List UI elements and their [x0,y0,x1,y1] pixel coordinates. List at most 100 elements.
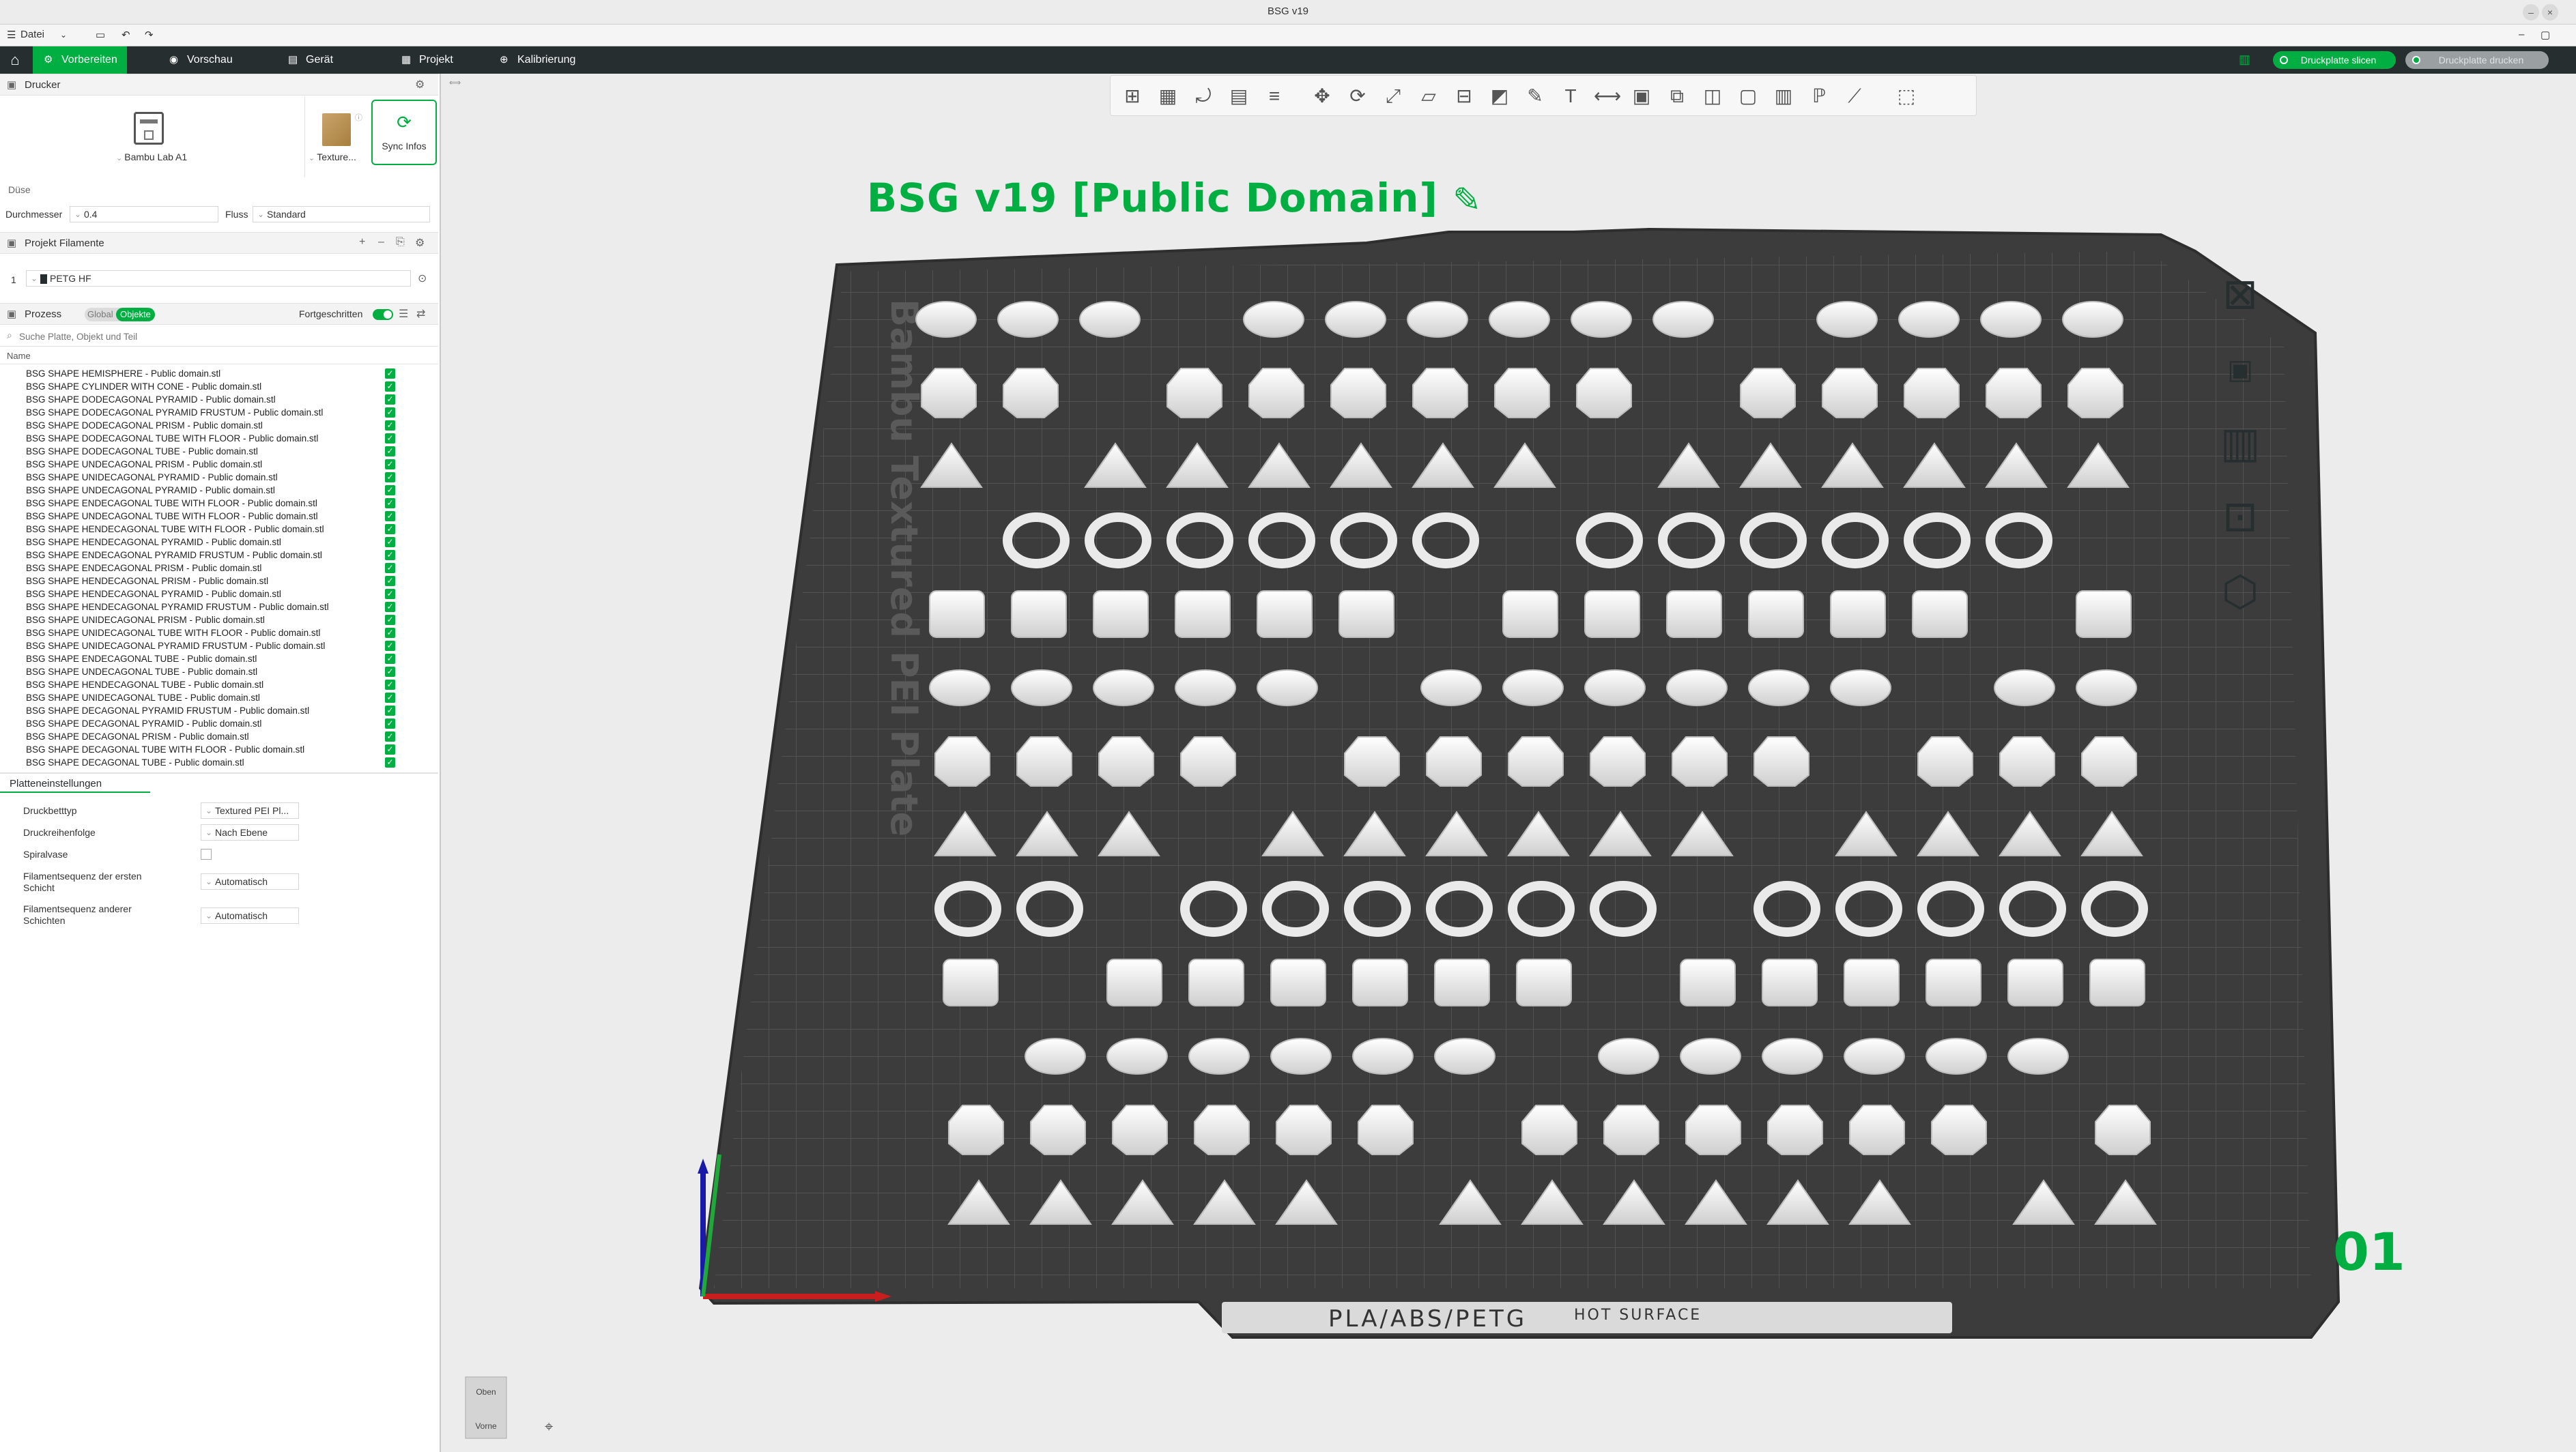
plate-object[interactable] [1358,1105,1414,1155]
plate-object[interactable] [1502,590,1558,638]
plate-settings-tab[interactable]: Platteneinstellungen [0,775,150,793]
plate-object[interactable] [2076,669,2137,706]
plate-object[interactable] [1276,1105,1332,1155]
object-search[interactable]: ⌕ [0,326,438,347]
plate-list-icon[interactable]: ▥ [2239,53,2250,67]
plate-object[interactable] [1175,669,1236,706]
object-visible-checkbox[interactable]: ✓ [385,680,395,690]
process-global-toggle[interactable]: Global [87,309,113,319]
close-window-icon[interactable]: × [2542,4,2558,20]
plate-object[interactable] [2095,1105,2151,1155]
advanced-toggle[interactable] [373,309,393,320]
plate-object[interactable] [1030,1105,1086,1155]
plate-object[interactable] [2062,301,2123,338]
plate-object[interactable] [921,368,977,418]
object-visible-checkbox[interactable]: ✓ [385,550,395,560]
plate-object[interactable] [1098,736,1154,787]
plate-object[interactable] [1344,736,1400,787]
object-visible-checkbox[interactable]: ✓ [385,615,395,625]
plate-object[interactable] [1339,590,1394,638]
plate-object[interactable] [1167,368,1222,418]
undo-icon[interactable]: ↶ [121,29,130,41]
process-objects-toggle[interactable]: Objekte [116,308,155,321]
home-icon[interactable]: ⌂ [0,46,30,74]
plate-settings-icon[interactable]: ⬡ [2206,564,2274,621]
plate-object[interactable] [1822,368,1878,418]
printer-name[interactable]: ⌄ Bambu Lab A1 [116,151,187,162]
list-item[interactable]: BSG SHAPE HENDECAGONAL PYRAMID - Public … [0,537,438,550]
edit-icon[interactable]: ✎ [1452,180,1482,220]
plate-object[interactable] [1931,1105,1987,1155]
object-visible-checkbox[interactable]: ✓ [385,420,395,431]
list-item[interactable]: BSG SHAPE DECAGONAL PRISM - Public domai… [0,731,438,744]
plate-object[interactable] [1270,959,1326,1006]
plate-object[interactable] [1598,1038,1659,1075]
list-item[interactable]: BSG SHAPE HENDECAGONAL PYRAMID - Public … [0,589,438,602]
plate-object[interactable] [1994,669,2055,706]
tab-device[interactable]: ▤ Gerät [277,46,343,74]
object-visible-checkbox[interactable]: ✓ [385,459,395,469]
plate-object[interactable] [1270,1038,1332,1075]
plate-object[interactable] [1590,736,1646,787]
plate-object[interactable] [1603,1105,1659,1155]
plate-object[interactable] [948,1105,1004,1155]
plate-object[interactable] [1325,301,1386,338]
object-visible-checkbox[interactable]: ✓ [385,485,395,495]
other-layers-sequence-select[interactable]: ⌄ Automatisch [201,907,299,924]
list-item[interactable]: BSG SHAPE DODECAGONAL PYRAMID FRUSTUM - … [0,407,438,420]
object-visible-checkbox[interactable]: ✓ [385,498,395,508]
plate-object[interactable] [1257,669,1318,706]
object-visible-checkbox[interactable]: ✓ [385,394,395,405]
plate-object[interactable] [1652,301,1714,338]
filament-edit-icon[interactable]: ⊙ [418,272,427,285]
list-item[interactable]: BSG SHAPE UNIDECAGONAL TUBE - Public dom… [0,693,438,706]
nozzle-diameter-select[interactable]: ⌄ 0.4 [70,206,218,222]
plate-object[interactable] [934,736,990,787]
plate-object[interactable] [943,959,999,1006]
plate-object[interactable] [1680,959,1736,1006]
compare-icon[interactable]: ⇄ [416,307,425,321]
plate-object[interactable] [1106,959,1162,1006]
plate-object[interactable] [1571,301,1632,338]
object-visible-checkbox[interactable]: ✓ [385,407,395,418]
plate-object[interactable] [1680,1038,1741,1075]
plate-type[interactable]: ⌄ Texture... [309,151,356,162]
object-visible-checkbox[interactable]: ✓ [385,511,395,521]
object-visible-checkbox[interactable]: ✓ [385,757,395,768]
plate-texture-icon[interactable] [322,113,351,146]
plate-object[interactable] [1904,368,1960,418]
object-visible-checkbox[interactable]: ✓ [385,641,395,651]
plate-object[interactable] [1844,1038,1905,1075]
plate-object[interactable] [1508,736,1564,787]
printer-settings-icon[interactable]: ⚙ [415,78,425,91]
list-item[interactable]: BSG SHAPE ENDECAGONAL PRISM - Public dom… [0,563,438,576]
list-item[interactable]: BSG SHAPE UNDECAGONAL PRISM - Public dom… [0,459,438,472]
plate-object[interactable] [1426,736,1482,787]
filament-select[interactable]: ⌄ PETG HF [26,270,411,287]
spiral-vase-checkbox[interactable] [201,849,212,860]
plate-object[interactable] [1112,1105,1168,1155]
plate-object[interactable] [2007,1038,2069,1075]
plate-object[interactable] [1175,590,1231,638]
plate-object[interactable] [2089,959,2145,1006]
plate-object[interactable] [1986,368,2042,418]
save-icon[interactable]: ▭ [96,29,105,41]
plate-object[interactable] [1767,1105,1823,1155]
plate-object[interactable] [1762,959,1818,1006]
minimize-icon[interactable]: – [2523,4,2539,20]
plate-object[interactable] [2007,959,2063,1006]
object-visible-checkbox[interactable]: ✓ [385,537,395,547]
plate-object[interactable] [1434,1038,1495,1075]
plate-title[interactable]: BSG v19 [Public Domain] ✎ [867,175,1482,221]
plate-object[interactable] [929,669,990,706]
plate-object[interactable] [1016,736,1072,787]
plate-object[interactable] [1434,959,1490,1006]
plate-object[interactable] [2076,590,2132,638]
list-item[interactable]: BSG SHAPE DODECAGONAL PRISM - Public dom… [0,420,438,433]
list-item[interactable]: BSG SHAPE DECAGONAL TUBE - Public domain… [0,757,438,770]
plate-object[interactable] [1748,669,1809,706]
object-visible-checkbox[interactable]: ✓ [385,654,395,664]
delete-plate-icon[interactable]: ⊠ [2206,266,2274,323]
plate-object[interactable] [1926,1038,1987,1075]
object-visible-checkbox[interactable]: ✓ [385,368,395,379]
